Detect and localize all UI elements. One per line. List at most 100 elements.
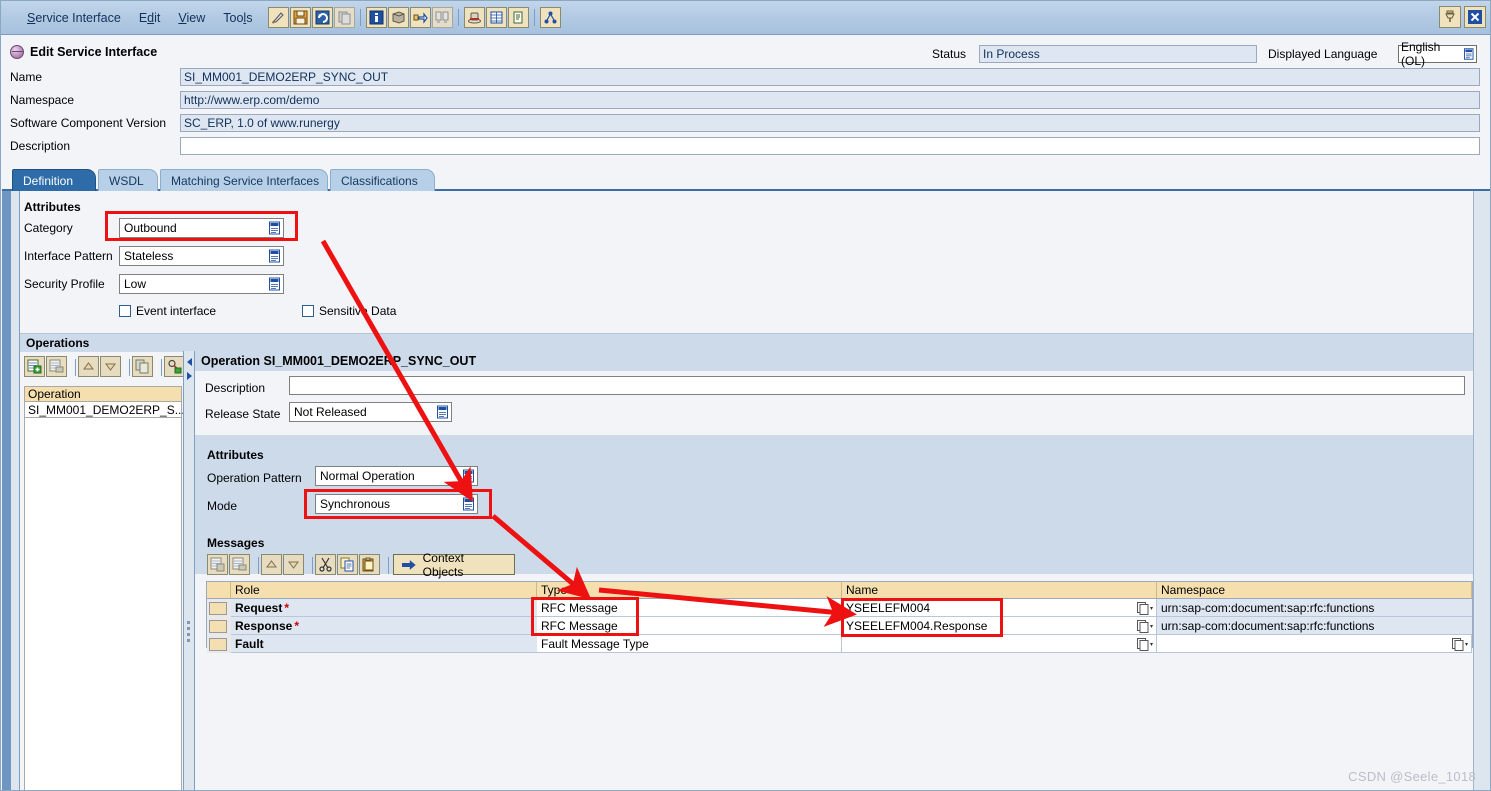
copy-operation-icon[interactable]	[132, 356, 153, 377]
cell-type[interactable]: Fault Message Type	[537, 635, 842, 653]
value-help-icon[interactable]	[463, 469, 474, 483]
value-help-icon[interactable]	[1136, 619, 1154, 633]
splitter-grip-dot	[187, 627, 190, 630]
refresh-icon[interactable]	[312, 7, 334, 28]
cell-type[interactable]: RFC Message	[537, 617, 842, 635]
toolbar-divider	[360, 9, 362, 26]
description-field[interactable]	[180, 137, 1480, 155]
copy-icon[interactable]	[337, 554, 358, 575]
where-used-icon[interactable]	[410, 7, 432, 28]
cell-name[interactable]	[842, 635, 1157, 653]
settings-icon[interactable]	[164, 356, 185, 377]
menu-tools[interactable]: Tools	[223, 11, 252, 25]
operation-list-item-0[interactable]: SI_MM001_DEMO2ERP_S...	[24, 402, 185, 418]
left-border	[19, 191, 20, 790]
release-state-select[interactable]: Not Released	[289, 402, 452, 422]
displayed-language-value: English (OL)	[1401, 40, 1441, 68]
insert-message-icon[interactable]	[207, 554, 228, 575]
label-security-profile: Security Profile	[24, 277, 105, 291]
cell-name[interactable]: YSEELEFM004.Response	[842, 617, 1157, 635]
row-select-cell[interactable]	[207, 635, 231, 653]
displayed-language-select[interactable]: English (OL)	[1398, 40, 1477, 68]
panel-splitter[interactable]	[184, 351, 194, 790]
operation-description-input[interactable]	[289, 376, 1465, 395]
splitter-collapse-arrows[interactable]	[185, 357, 194, 385]
table-header-role[interactable]: Role	[231, 582, 537, 599]
mode-value: Synchronous	[320, 497, 391, 511]
close-icon[interactable]	[1464, 6, 1486, 28]
edit-pencil-icon[interactable]	[268, 7, 290, 28]
row-select-box[interactable]	[209, 619, 227, 633]
insert-operation-icon[interactable]	[24, 356, 45, 377]
op-toolbar-divider-3	[161, 359, 162, 376]
security-profile-select[interactable]: Low	[119, 274, 284, 294]
row-select-cell[interactable]	[207, 599, 231, 617]
op-toolbar-divider	[75, 359, 76, 376]
splitter-grip-dot	[187, 639, 190, 642]
page-title: Edit Service Interface	[10, 45, 157, 59]
delete-message-icon[interactable]	[229, 554, 250, 575]
table-row[interactable]: Fault Fault Message Type	[207, 635, 1472, 653]
table-header-name[interactable]: Name	[842, 582, 1157, 599]
move-up-icon[interactable]	[78, 356, 99, 377]
tab-definition[interactable]: Definition	[12, 169, 96, 191]
operation-list-header: Operation	[24, 386, 182, 402]
document-icon[interactable]	[508, 7, 530, 28]
table-header-type[interactable]: Type	[537, 582, 842, 599]
network-icon[interactable]	[540, 7, 562, 28]
save-icon[interactable]	[290, 7, 312, 28]
vertical-scrollbar[interactable]	[1473, 191, 1490, 790]
value-help-icon[interactable]	[269, 277, 280, 291]
messages-title: Messages	[207, 536, 265, 550]
hat-icon[interactable]	[464, 7, 486, 28]
cut-icon[interactable]	[315, 554, 336, 575]
table-icon[interactable]	[486, 7, 508, 28]
paste-icon[interactable]	[359, 554, 380, 575]
table-row[interactable]: Response * RFC Message YSEELEFM004.Respon…	[207, 617, 1472, 635]
cell-name-text: YSEELEFM004	[846, 600, 931, 615]
tab-classifications[interactable]: Classifications	[330, 169, 435, 191]
label-interface-pattern: Interface Pattern	[24, 249, 113, 263]
menu-edit[interactable]: Edit	[139, 11, 161, 25]
delete-operation-icon[interactable]	[46, 356, 67, 377]
pin-icon[interactable]	[1439, 6, 1461, 28]
value-help-icon[interactable]	[269, 221, 280, 235]
value-help-icon[interactable]	[1451, 637, 1469, 651]
messages-table: Role Type Name Namespace Request * RFC Me…	[206, 581, 1473, 653]
menu-service-interface[interactable]: Service Interface	[27, 11, 121, 25]
context-objects-button[interactable]: Context Objects	[393, 551, 515, 579]
event-interface-checkbox[interactable]	[119, 305, 131, 317]
msg-toolbar-divider	[258, 557, 259, 574]
move-down-icon[interactable]	[283, 554, 304, 575]
tab-matching-service-interfaces[interactable]: Matching Service Interfaces	[160, 169, 328, 191]
menu-view[interactable]: View	[178, 11, 205, 25]
row-select-box[interactable]	[209, 601, 227, 615]
value-help-icon[interactable]	[437, 405, 448, 419]
tab-wsdl[interactable]: WSDL	[98, 169, 158, 191]
category-select[interactable]: Outbound	[119, 218, 284, 238]
interface-pattern-select[interactable]: Stateless	[119, 246, 284, 266]
mode-select[interactable]: Synchronous	[315, 494, 478, 514]
move-up-icon[interactable]	[261, 554, 282, 575]
row-select-box[interactable]	[209, 637, 227, 651]
cell-type[interactable]: RFC Message	[537, 599, 842, 617]
label-mode: Mode	[207, 499, 238, 513]
value-help-icon[interactable]	[269, 249, 280, 263]
value-help-icon[interactable]	[463, 497, 474, 511]
splitter-left-border	[183, 351, 184, 790]
sensitive-data-checkbox[interactable]	[302, 305, 314, 317]
required-marker: *	[284, 600, 290, 615]
cell-namespace[interactable]	[1157, 635, 1472, 653]
label-release-state: Release State	[205, 407, 281, 421]
table-header-namespace[interactable]: Namespace	[1157, 582, 1472, 599]
value-help-icon[interactable]	[1136, 601, 1154, 615]
value-help-icon[interactable]	[1136, 637, 1154, 651]
operation-pattern-select[interactable]: Normal Operation	[315, 466, 478, 486]
cell-name[interactable]: YSEELEFM004	[842, 599, 1157, 617]
book-icon[interactable]	[388, 7, 410, 28]
cell-role: Request *	[231, 599, 537, 617]
move-down-icon[interactable]	[100, 356, 121, 377]
row-select-cell[interactable]	[207, 617, 231, 635]
info-icon[interactable]	[366, 7, 388, 28]
table-row[interactable]: Request * RFC Message YSEELEFM004 urn:sap…	[207, 599, 1472, 617]
